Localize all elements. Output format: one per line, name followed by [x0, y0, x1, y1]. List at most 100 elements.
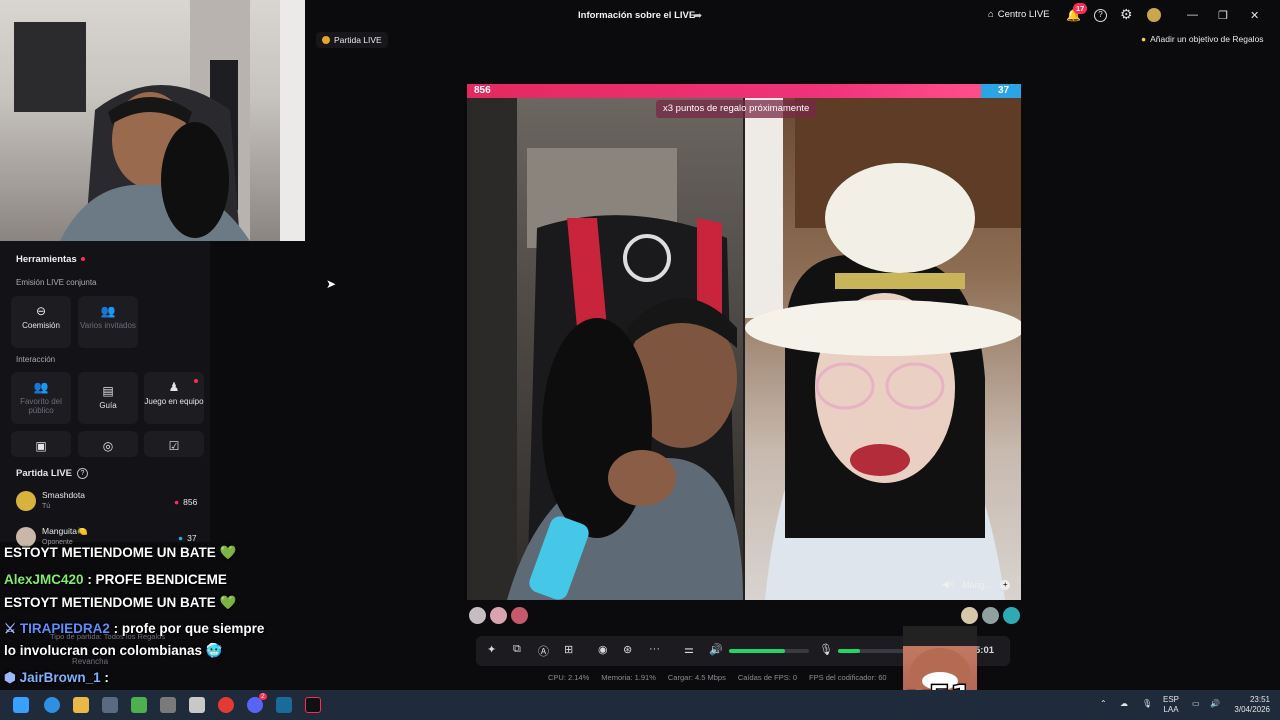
- ai-icon[interactable]: Ⓐ: [538, 643, 549, 659]
- folder-icon[interactable]: [73, 697, 89, 713]
- opponent-video-scene: [745, 98, 1021, 600]
- mic-icon[interactable]: 🎙: [1142, 699, 1152, 709]
- chat-username: JairBrown_1: [19, 670, 101, 685]
- player-1-avatar: [16, 491, 36, 511]
- mic-icon[interactable]: 🎙: [819, 643, 833, 656]
- webcam-scene: [14, 0, 305, 241]
- tools-alert-dot: [81, 257, 85, 261]
- guide-tile[interactable]: ▤ Guía: [78, 372, 138, 424]
- mute-icon[interactable]: ◀×: [942, 579, 954, 590]
- stat-cpu: CPU: 2.14%: [548, 673, 590, 682]
- check-icon: ☑: [168, 439, 180, 453]
- settings-sliders-icon[interactable]: ⚌: [684, 643, 694, 656]
- magic-wand-icon[interactable]: ✦: [487, 643, 496, 656]
- viewer-avatar-5[interactable]: [982, 607, 999, 624]
- stat-memory: Memoria: 1.91%: [601, 673, 656, 682]
- opponent-tag[interactable]: ◀× Mang... +: [942, 579, 1011, 590]
- multiplier-banner: x3 puntos de regalo próximamente: [656, 100, 817, 118]
- chrome-icon[interactable]: [218, 697, 234, 713]
- layout-icon[interactable]: ⊞: [564, 643, 573, 656]
- chat-text: ESTOYT METIENDOME UN BATE 💚: [4, 545, 237, 560]
- cloud-icon[interactable]: ☁: [1120, 699, 1128, 709]
- minimize-icon[interactable]: —: [1187, 9, 1198, 21]
- tool-tile-more-3[interactable]: ☑: [144, 431, 204, 457]
- app-icon[interactable]: [131, 697, 147, 713]
- restore-icon[interactable]: ❐: [1218, 9, 1228, 22]
- stat-fps-drops: Caídas de FPS: 0: [737, 673, 798, 682]
- gem-icon: ⬢: [4, 670, 16, 685]
- lightbulb-icon: ●: [1141, 34, 1147, 44]
- live-match-chip-label: Partida LIVE: [334, 35, 382, 45]
- speaker-icon[interactable]: 🔊: [1210, 699, 1220, 709]
- audience-favorite-tile[interactable]: 👥 Favorito del público: [11, 372, 71, 424]
- camera-flip-icon[interactable]: ⊛: [623, 643, 632, 656]
- chat-text: lo involucran con colombianas 🥶: [4, 643, 223, 658]
- viewer-avatar-2[interactable]: [490, 607, 507, 624]
- clock-date: 3/04/2026: [1234, 705, 1270, 714]
- viewer-avatar-3[interactable]: [511, 607, 528, 624]
- tools-title: Herramientas: [16, 254, 77, 265]
- obs-icon[interactable]: [160, 697, 176, 713]
- viewer-avatar-4[interactable]: [961, 607, 978, 624]
- taskbar: 2 ⌃ ☁ 🎙 ESP LAA ▭ 🔊 23:51 3/04/2026: [0, 690, 1280, 720]
- tool-tile-more-2[interactable]: ◎: [78, 431, 138, 457]
- help-icon[interactable]: ?: [1094, 9, 1107, 22]
- language-indicator[interactable]: ESP LAA: [1163, 695, 1179, 715]
- chat-line: AlexJMC420 : PROFE BENDICEME: [4, 572, 227, 587]
- chevron-up-icon[interactable]: ⌃: [1100, 699, 1107, 709]
- chat-line: ESTOYT METIENDOME UN BATE 💚: [4, 595, 236, 611]
- score-left: 856: [474, 85, 491, 96]
- score-bar-left: [467, 84, 981, 98]
- viewer-avatar-1[interactable]: [469, 607, 486, 624]
- match-type-label: Tipo de partida: Todos los Regalos: [50, 632, 166, 641]
- player-1-score: ● 856: [174, 497, 197, 507]
- lips: [850, 444, 910, 476]
- webcam-overlay: [0, 0, 305, 241]
- team-game-label: Juego en equipo: [144, 397, 204, 406]
- top-bar: [305, 0, 1280, 32]
- cohost-tile[interactable]: ⊖ Coemisión: [11, 296, 71, 348]
- volume-icon[interactable]: 🔊: [709, 643, 723, 656]
- clock[interactable]: 23:51 3/04/2026: [1228, 695, 1270, 715]
- clock-time: 23:51: [1249, 695, 1270, 704]
- stream-timer: 5:01: [975, 645, 995, 656]
- add-gift-goal-button[interactable]: ● Añadir un objetivo de Regalos: [1141, 34, 1264, 44]
- people-icon: 👥: [33, 380, 49, 394]
- viewer-avatar-6[interactable]: [1003, 607, 1020, 624]
- close-icon[interactable]: ✕: [1250, 9, 1259, 22]
- record-icon[interactable]: ◉: [598, 643, 608, 656]
- steam-icon[interactable]: [276, 697, 292, 713]
- centro-live-button[interactable]: ⌂ Centro LIVE: [988, 9, 1050, 20]
- guide-label: Guía: [99, 401, 117, 410]
- rematch-button[interactable]: Revancha: [72, 657, 108, 666]
- live-match-panel: Partida LIVE ? Smashdota Tú ● 856 Mangui…: [0, 462, 210, 547]
- info-icon[interactable]: ?: [77, 468, 88, 479]
- screen-icon[interactable]: ⧉: [513, 643, 521, 656]
- windows-start-icon[interactable]: [13, 697, 29, 713]
- live-match-chip[interactable]: Partida LIVE: [316, 32, 388, 48]
- target-icon: ◎: [102, 439, 114, 453]
- chat-line: ESTOYT METIENDOME UN BATE 💚: [4, 545, 236, 561]
- store-icon[interactable]: [102, 697, 118, 713]
- more-icon[interactable]: ···: [649, 643, 660, 655]
- wall-tv: [14, 22, 86, 112]
- chat-line: lo involucran con colombianas 🥶: [4, 643, 223, 659]
- app-icon[interactable]: [189, 697, 205, 713]
- stream-stats: CPU: 2.14% Memoria: 1.91% Cargar: 4.5 Mb…: [548, 673, 887, 682]
- volume-slider[interactable]: [729, 649, 809, 653]
- follow-icon[interactable]: +: [1000, 579, 1011, 590]
- home-icon: ⌂: [988, 9, 994, 20]
- multi-guest-tile[interactable]: 👥 Varios invitados: [78, 296, 138, 348]
- audience-favorite-label: Favorito del público: [20, 397, 62, 415]
- tool-tile-more-1[interactable]: ▣: [11, 431, 71, 457]
- match-panel-title: Partida LIVE: [16, 468, 72, 479]
- edge-icon[interactable]: [44, 697, 60, 713]
- gear-icon[interactable]: ⚙: [1120, 6, 1133, 23]
- live-info-title[interactable]: Información sobre el LIVE: [578, 10, 695, 21]
- tiktok-live-icon[interactable]: [305, 697, 321, 713]
- share-icon[interactable]: ➦: [693, 9, 702, 22]
- stat-upload: Cargar: 4.5 Mbps: [667, 673, 726, 682]
- avatar[interactable]: [1147, 8, 1161, 22]
- monitor-icon[interactable]: ▭: [1192, 699, 1200, 709]
- mic-slider-fill: [838, 649, 861, 653]
